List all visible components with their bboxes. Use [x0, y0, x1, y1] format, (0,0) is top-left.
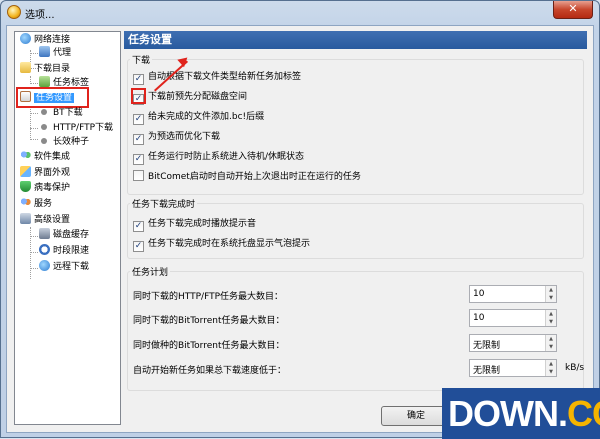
option-preview-optimize[interactable]: ✓ 为预选而优化下载 — [133, 130, 220, 145]
tree-item-disk-cache[interactable]: 磁盘缓存 — [39, 228, 89, 243]
plan-group-title: 任务计划 — [130, 265, 171, 278]
integration-icon — [20, 150, 31, 161]
checkbox[interactable]: ✓ — [133, 154, 144, 165]
network-icon — [20, 33, 31, 44]
tree-item-service[interactable]: 服务 — [20, 197, 52, 212]
complete-group-title: 任务下载完成时 — [130, 197, 198, 210]
bt-max-spinner[interactable]: 10 ▲ ▼ — [469, 309, 557, 327]
advanced-icon — [20, 213, 31, 224]
tree-item-time-limit[interactable]: 时段限速 — [39, 244, 89, 259]
option-prevent-sleep[interactable]: ✓ 任务运行时防止系统进入待机/休眠状态 — [133, 150, 304, 165]
close-button[interactable]: ✕ — [553, 1, 593, 19]
spinner-arrows[interactable]: ▲ ▼ — [545, 360, 556, 376]
clock-icon — [39, 244, 50, 255]
field-label-bt-max: 同时下载的BitTorrent任务最大数目： — [133, 316, 285, 326]
site-watermark: DOWN.CC — [442, 388, 600, 439]
remote-icon — [39, 260, 50, 271]
panel-title: 任务设置 — [124, 31, 587, 49]
bullet-icon — [41, 124, 47, 130]
download-group-title: 下载 — [130, 53, 153, 66]
checkbox[interactable] — [133, 170, 144, 181]
tree-item-advanced[interactable]: 高级设置 — [20, 213, 70, 228]
spinner-arrows[interactable]: ▲ ▼ — [545, 335, 556, 351]
settings-panel: 任务设置 下载 ✓ 自动根据下载文件类型给新任务加标签 ✓ 下载前预先分配磁盘空间 … — [124, 31, 587, 425]
field-label-http-max: 同时下载的HTTP/FTP任务最大数目： — [133, 292, 284, 302]
window-title: 选项... — [25, 10, 55, 21]
spinner-arrows[interactable]: ▲ ▼ — [545, 310, 556, 326]
field-label-seed-max: 同时做种的BitTorrent任务最大数目： — [133, 341, 285, 351]
options-window: 选项... ✕ 网络连接 代理 下载目录 任务标签 任务设置 BT下载 HTTP… — [0, 0, 600, 439]
tree-item-integration[interactable]: 软件集成 — [20, 150, 70, 165]
folder-icon — [20, 62, 31, 73]
option-preallocate[interactable]: ✓ 下载前预先分配磁盘空间 — [133, 90, 247, 105]
tree-item-proxy[interactable]: 代理 — [39, 46, 71, 61]
seed-max-spinner[interactable]: 无限制 ▲ ▼ — [469, 334, 557, 352]
checkbox[interactable]: ✓ — [133, 241, 144, 252]
checkbox[interactable]: ✓ — [133, 74, 144, 85]
checkbox[interactable]: ✓ — [133, 134, 144, 145]
option-auto-tag[interactable]: ✓ 自动根据下载文件类型给新任务加标签 — [133, 70, 301, 85]
title-bar: 选项... ✕ — [1, 1, 599, 23]
tag-icon — [39, 76, 50, 87]
option-tray-bubble[interactable]: ✓ 任务下载完成时在系统托盘显示气泡提示 — [133, 237, 310, 252]
task-settings-highlight — [16, 87, 89, 108]
option-auto-resume[interactable]: BitComet启动时自动开始上次退出时正在运行的任务 — [133, 170, 361, 184]
preallocate-highlight — [131, 88, 146, 104]
option-bc-suffix[interactable]: ✓ 给未完成的文件添加.bc!后缀 — [133, 110, 264, 125]
tree-item-long-seed[interactable]: 长效种子 — [39, 135, 89, 150]
checkbox[interactable]: ✓ — [133, 221, 144, 232]
tree-item-download-dir[interactable]: 下载目录 — [20, 62, 70, 77]
http-max-spinner[interactable]: 10 ▲ ▼ — [469, 285, 557, 303]
service-icon — [20, 197, 31, 208]
tree-item-http-ftp[interactable]: HTTP/FTP下载 — [39, 121, 113, 136]
spinner-arrows[interactable]: ▲ ▼ — [545, 286, 556, 302]
auto-start-spinner[interactable]: 无限制 ▲ ▼ — [469, 359, 557, 377]
disk-icon — [39, 228, 50, 239]
tree-item-appearance[interactable]: 界面外观 — [20, 166, 70, 181]
field-label-auto-start: 自动开始新任务如果总下载速度低于： — [133, 366, 287, 376]
proxy-icon — [39, 46, 50, 57]
option-play-sound[interactable]: ✓ 任务下载完成时播放提示音 — [133, 217, 256, 232]
ok-button[interactable]: 确定 — [381, 406, 451, 426]
bullet-icon — [41, 138, 47, 144]
bullet-icon — [41, 109, 47, 115]
tree-item-virus[interactable]: 病毒保护 — [20, 181, 70, 196]
tree-item-bt-download[interactable]: BT下载 — [39, 106, 83, 121]
speed-unit: kB/s — [565, 363, 585, 373]
app-icon — [7, 5, 21, 19]
dialog-client: 网络连接 代理 下载目录 任务标签 任务设置 BT下载 HTTP/FTP下载 长… — [6, 25, 594, 433]
appearance-icon — [20, 166, 31, 177]
shield-icon — [20, 181, 31, 192]
tree-item-remote[interactable]: 远程下载 — [39, 260, 89, 275]
checkbox[interactable]: ✓ — [133, 114, 144, 125]
options-tree: 网络连接 代理 下载目录 任务标签 任务设置 BT下载 HTTP/FTP下载 长… — [14, 31, 121, 425]
